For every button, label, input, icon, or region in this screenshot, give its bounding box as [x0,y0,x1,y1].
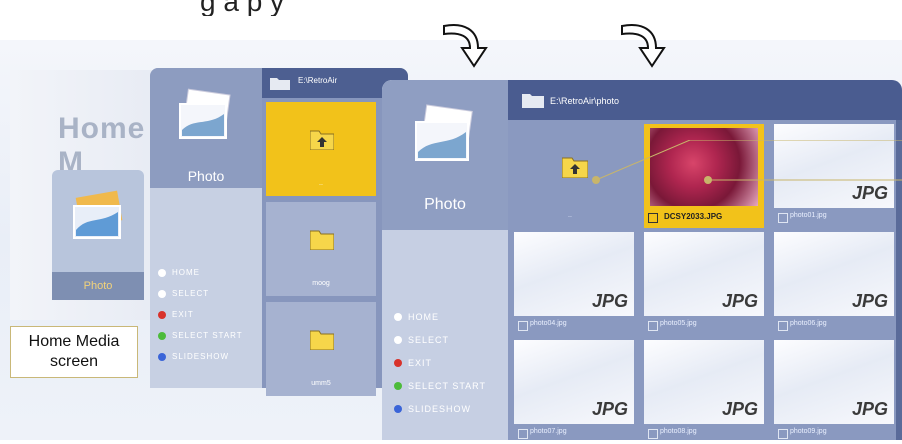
green-button-icon [394,382,402,390]
photo-path: E:\RetroAir\photo [550,96,620,106]
menu-item-label: SLIDESHOW [408,404,472,414]
photo-cell[interactable]: JPG photo05.jpg [644,232,764,336]
menu-item-label: EXIT [172,310,194,319]
list-item[interactable]: umm5 [266,302,376,396]
folder-icon [270,78,290,90]
folder-icon [310,230,334,250]
menu-item-label: SELECT START [172,331,243,340]
curved-arrow-icon [621,24,666,68]
menu-item-select[interactable]: SELECT [394,335,450,345]
photo-grid-screen: Photo E:\RetroAir\photo .. DCSY2033.JPG JP… [382,80,902,440]
checkbox[interactable] [648,321,658,331]
select-icon [158,290,166,298]
menu-item-exit[interactable]: EXIT [394,358,433,368]
jpg-thumbnail: JPG [774,232,894,316]
folder-up-icon [562,157,588,178]
photo-cell[interactable]: JPG photo07.jpg [514,340,634,444]
folder-icon [310,330,334,350]
photo-sidebar-header: Photo [382,80,508,230]
jpg-badge: JPG [591,291,628,311]
photo-cell[interactable]: JPG photo08.jpg [644,340,764,444]
menu-item-label: HOME [172,268,200,277]
jpg-badge: JPG [591,399,628,419]
menu-item-slideshow[interactable]: SLIDESHOW [158,352,230,361]
jpg-thumbnail: JPG [644,232,764,316]
select-icon [394,336,402,344]
photos-icon [179,88,231,139]
menu-item-label: HOME [408,312,439,322]
red-button-icon [158,311,166,319]
checkbox[interactable] [778,213,788,223]
list-item-name: moog [312,280,330,287]
jpg-thumbnail: JPG [644,340,764,424]
photo-name: photo01.jpg [790,212,827,219]
home-media-caption: Home Media screen [10,326,138,378]
folder-icon [522,94,544,108]
blue-button-icon [394,405,402,413]
photo-name: photo09.jpg [790,428,827,435]
menu-item-home[interactable]: HOME [394,312,439,322]
curved-arrow-icon [443,24,488,68]
photo-cell[interactable]: JPG photo09.jpg [774,340,894,444]
folder-up-icon [310,130,334,150]
photo-name: photo08.jpg [660,428,697,435]
menu-item-label: SELECT START [408,381,487,391]
photos-icon [415,104,473,161]
photo-name: DCSY2033.JPG [664,212,723,221]
photo-name: photo04.jpg [530,320,567,327]
home-icon [394,313,402,321]
home-media-caption-line1: Home Media [28,333,120,350]
photo-cell[interactable]: JPG photo04.jpg [514,232,634,336]
photo-name: photo07.jpg [530,428,567,435]
photo-tile[interactable]: Photo [52,170,144,300]
jpg-thumbnail: JPG [774,340,894,424]
list-item-name: .. [319,180,323,187]
photo-tile-label: Photo [52,272,144,300]
home-icon [158,269,166,277]
folder-path: E:\RetroAir [298,76,338,85]
menu-item-select-start[interactable]: SELECT START [158,331,243,340]
list-item-name: umm5 [311,380,331,387]
folder-screen: Photo E:\RetroAir .. moog umm5 HOME SELECT E… [150,68,408,396]
list-item[interactable]: moog [266,202,376,296]
menu-item-label: SLIDESHOW [172,352,230,361]
folder-sidebar-label: Photo [187,168,225,184]
jpg-badge: JPG [851,291,888,311]
menu-item-slideshow[interactable]: SLIDESHOW [394,404,472,414]
blue-button-icon [158,353,166,361]
checkbox[interactable] [518,321,528,331]
checkbox[interactable] [648,213,658,223]
jpg-badge: JPG [721,291,758,311]
menu-item-home[interactable]: HOME [158,268,200,277]
menu-item-label: EXIT [408,358,433,368]
jpg-thumbnail: JPG [514,340,634,424]
photo-name: photo06.jpg [790,320,827,327]
jpg-badge: JPG [721,399,758,419]
menu-item-select-start[interactable]: SELECT START [394,381,487,391]
checkbox[interactable] [518,429,528,439]
green-button-icon [158,332,166,340]
jpg-badge: JPG [851,399,888,419]
jpg-thumbnail: JPG [514,232,634,316]
photo-cell[interactable]: JPG photo06.jpg [774,232,894,336]
folder-up-label: .. [568,212,572,219]
menu-item-label: SELECT [408,335,450,345]
list-item[interactable]: .. [266,102,376,196]
top-caption: g a p y [200,0,285,16]
photo-name: photo05.jpg [660,320,697,327]
checkbox[interactable] [778,429,788,439]
photo-path-bar: E:\RetroAir\photo [508,80,902,120]
checkbox[interactable] [648,429,658,439]
menu-item-label: SELECT [172,289,210,298]
folder-sidebar-header: Photo [150,68,262,188]
menu-item-exit[interactable]: EXIT [158,310,194,319]
menu-item-select[interactable]: SELECT [158,289,210,298]
red-button-icon [394,359,402,367]
photo-sidebar-label: Photo [424,196,466,213]
callout-lines [592,140,902,184]
checkbox[interactable] [778,321,788,331]
home-media-caption-line2: screen [49,353,99,370]
photos-icon [73,190,123,239]
